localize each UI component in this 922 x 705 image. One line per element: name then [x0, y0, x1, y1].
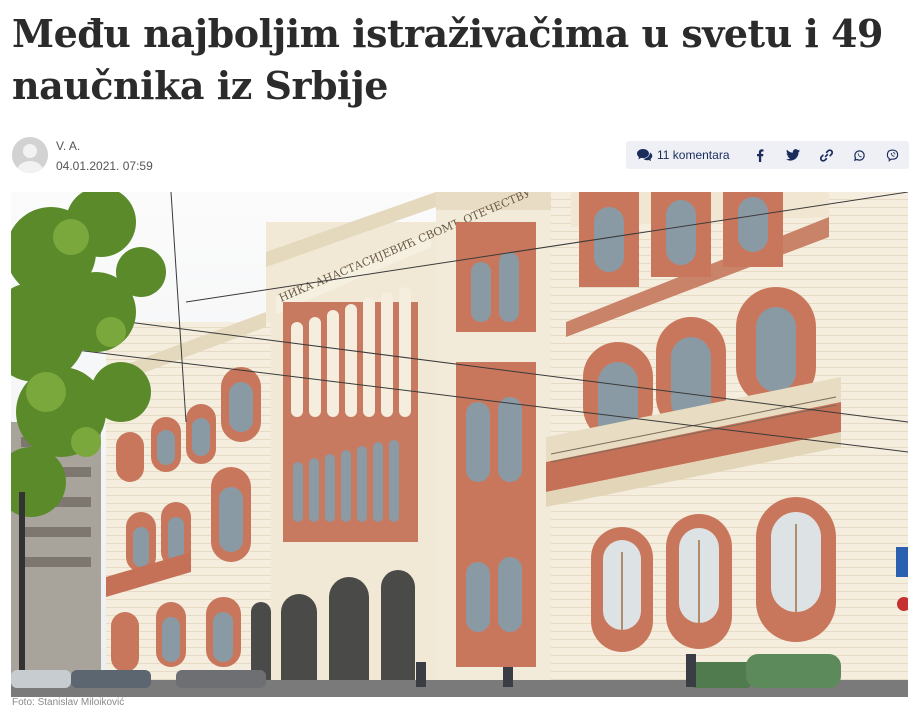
facebook-share-button[interactable]: [744, 141, 777, 169]
whatsapp-icon: [853, 149, 865, 161]
article-title: Među najboljim istraživačima u svetu i 4…: [12, 11, 883, 108]
comments-link[interactable]: 11 komentara: [626, 148, 744, 162]
share-bar: 11 komentara: [626, 141, 909, 169]
facebook-icon: [757, 148, 764, 162]
copy-link-button[interactable]: [810, 141, 843, 169]
viber-share-button[interactable]: [876, 141, 909, 169]
viber-icon: [886, 149, 899, 162]
author-name[interactable]: V. A.: [56, 139, 80, 153]
twitter-share-button[interactable]: [777, 141, 810, 169]
publish-date: 04.01.2021. 07:59: [56, 159, 153, 173]
comments-count: 11 komentara: [657, 148, 730, 162]
comments-icon: [637, 149, 653, 161]
twitter-icon: [786, 149, 801, 161]
link-icon: [819, 148, 833, 162]
photo-caption: Foto: Stanislav Milojković: [12, 697, 125, 705]
author-avatar: [12, 137, 48, 173]
whatsapp-share-button[interactable]: [843, 141, 876, 169]
article-photo: НИКА АНАСТАСИЈЕВИЋ СВОМЪ ОТЕЧЕСТВУ: [11, 192, 908, 697]
